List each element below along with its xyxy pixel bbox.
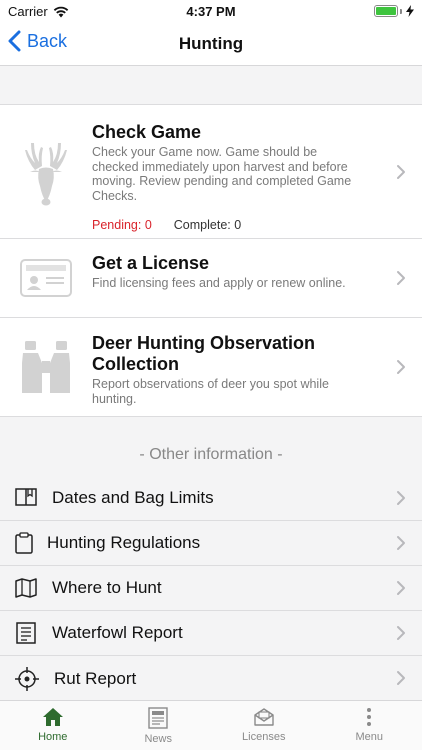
status-bar: Carrier 4:37 PM	[0, 0, 422, 22]
other-information-header: - Other information -	[139, 446, 283, 463]
get-license-title: Get a License	[92, 253, 210, 273]
get-license-body: Get a License Find licensing fees and ap…	[92, 239, 422, 317]
rut-report-row[interactable]: Rut Report	[0, 656, 422, 701]
check-game-row[interactable]: Check Game Check your Game now. Game sho…	[0, 105, 422, 239]
feature-list: Check Game Check your Game now. Game sho…	[0, 104, 422, 417]
license-card-icon	[0, 239, 92, 317]
check-game-body: Check Game Check your Game now. Game sho…	[92, 105, 422, 238]
crosshair-icon	[0, 666, 54, 691]
tab-menu[interactable]: Menu	[317, 701, 422, 750]
pending-count: Pending: 0	[92, 218, 152, 232]
chevron-right-icon	[397, 626, 405, 640]
more-dots-icon	[367, 708, 372, 726]
chevron-right-icon	[397, 581, 405, 595]
rut-report-label: Rut Report	[54, 668, 137, 688]
tab-home-label: Home	[38, 731, 68, 743]
charging-bolt-icon	[406, 5, 414, 17]
tab-licenses[interactable]: Licenses	[211, 701, 317, 750]
deer-observation-title: Deer Hunting Observation Collection	[92, 333, 316, 374]
waterfowl-report-row[interactable]: Waterfowl Report	[0, 611, 422, 656]
chevron-right-icon	[397, 671, 405, 685]
screen: Carrier 4:37 PM Back Hunting Check Game …	[0, 0, 422, 750]
navigation-bar: Back Hunting	[0, 22, 422, 66]
get-license-row[interactable]: Get a License Find licensing fees and ap…	[0, 239, 422, 318]
chevron-right-icon	[397, 536, 405, 550]
waterfowl-report-label: Waterfowl Report	[52, 623, 183, 642]
tab-news[interactable]: News	[106, 701, 212, 750]
book-icon	[0, 488, 52, 508]
check-game-title: Check Game	[92, 122, 202, 142]
map-icon	[0, 578, 52, 598]
chevron-right-icon	[397, 164, 405, 179]
game-check-stats: Pending: 0 Complete: 0	[92, 218, 362, 232]
status-time: 4:37 PM	[186, 4, 236, 19]
check-game-description: Check your Game now. Game should be chec…	[92, 145, 352, 203]
deer-observation-description: Report observations of deer you spot whi…	[92, 377, 329, 406]
report-icon	[0, 622, 52, 644]
tab-licenses-label: Licenses	[242, 731, 286, 743]
home-icon	[42, 708, 63, 726]
tab-home[interactable]: Home	[0, 701, 106, 750]
dates-bag-limits-row[interactable]: Dates and Bag Limits	[0, 476, 422, 521]
deer-observation-row[interactable]: Deer Hunting Observation Collection Repo…	[0, 318, 422, 417]
chevron-right-icon	[397, 360, 405, 374]
chevron-right-icon	[397, 491, 405, 505]
other-information-list: Dates and Bag Limits Hunting Regulations	[0, 476, 422, 701]
where-to-hunt-label: Where to Hunt	[52, 578, 162, 597]
news-icon	[148, 707, 168, 729]
clipboard-icon	[0, 532, 47, 554]
tab-news-label: News	[144, 733, 172, 745]
hunting-regulations-label: Hunting Regulations	[47, 533, 201, 552]
deer-observation-body: Deer Hunting Observation Collection Repo…	[92, 318, 422, 416]
deer-icon	[0, 105, 92, 238]
where-to-hunt-row[interactable]: Where to Hunt	[0, 566, 422, 611]
chevron-right-icon	[397, 271, 405, 285]
dates-bag-limits-label: Dates and Bag Limits	[52, 488, 214, 507]
tab-bar: Home News Licenses Menu	[0, 700, 422, 750]
binoculars-icon	[0, 318, 92, 416]
get-license-description: Find licensing fees and apply or renew o…	[92, 276, 346, 290]
complete-count: Complete: 0	[173, 218, 242, 232]
tab-menu-label: Menu	[355, 731, 384, 743]
hunting-regulations-row[interactable]: Hunting Regulations	[0, 521, 422, 566]
licenses-icon	[254, 708, 274, 726]
battery-icon	[374, 5, 414, 17]
page-title: Hunting	[178, 34, 244, 53]
